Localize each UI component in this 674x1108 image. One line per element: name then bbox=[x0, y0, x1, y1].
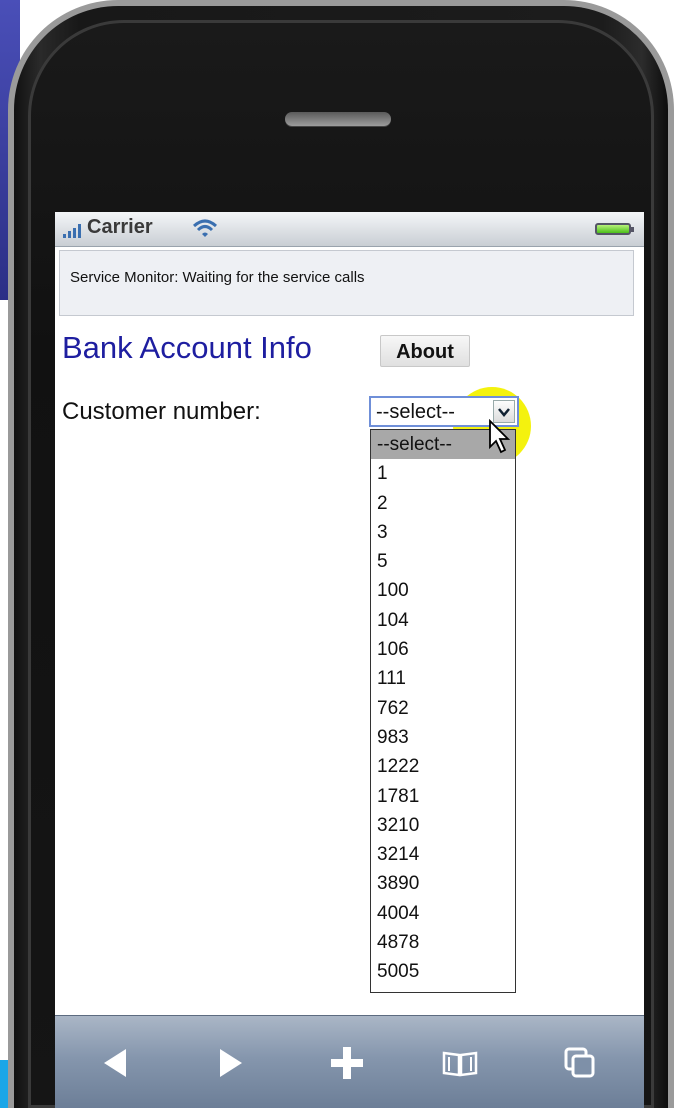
mouse-cursor-icon bbox=[489, 419, 511, 454]
bookmarks-book-icon[interactable] bbox=[440, 1043, 480, 1083]
dropdown-option[interactable]: 4878 bbox=[371, 928, 515, 957]
dropdown-option[interactable]: 104 bbox=[371, 606, 515, 635]
carrier-name: Carrier bbox=[87, 216, 153, 238]
wifi-icon bbox=[192, 219, 218, 237]
phone-screen: Carrier Service Monitor: Waiting for the… bbox=[55, 212, 644, 1108]
dropdown-option[interactable]: 3210 bbox=[371, 811, 515, 840]
dropdown-option[interactable]: 100 bbox=[371, 576, 515, 605]
dropdown-option[interactable]: 983 bbox=[371, 723, 515, 752]
browser-toolbar bbox=[55, 1015, 644, 1108]
dropdown-option[interactable]: 3 bbox=[371, 518, 515, 547]
about-button[interactable]: About bbox=[380, 335, 470, 367]
add-plus-icon[interactable] bbox=[327, 1043, 367, 1083]
dropdown-option[interactable]: 4004 bbox=[371, 899, 515, 928]
dropdown-option[interactable]: 3890 bbox=[371, 869, 515, 898]
dropdown-option[interactable]: 111 bbox=[371, 664, 515, 693]
back-arrow-icon[interactable] bbox=[96, 1043, 136, 1083]
service-monitor-text: Service Monitor: Waiting for the service… bbox=[70, 269, 365, 286]
dropdown-option[interactable]: 5005 bbox=[371, 957, 515, 986]
dropdown-option[interactable]: 5 bbox=[371, 547, 515, 576]
battery-icon bbox=[595, 223, 634, 235]
dropdown-option[interactable]: 2 bbox=[371, 489, 515, 518]
dropdown-option[interactable]: 762 bbox=[371, 694, 515, 723]
select-value: --select-- bbox=[376, 401, 455, 423]
dropdown-option[interactable]: 106 bbox=[371, 635, 515, 664]
speaker-grille bbox=[285, 112, 391, 126]
chevron-down-icon bbox=[498, 408, 510, 417]
pages-icon[interactable] bbox=[560, 1043, 600, 1083]
status-bar: Carrier bbox=[55, 212, 644, 247]
customer-number-label: Customer number: bbox=[62, 398, 261, 425]
page-title: Bank Account Info bbox=[62, 330, 312, 365]
dropdown-option[interactable]: 1222 bbox=[371, 752, 515, 781]
customer-number-dropdown: --select-- 1 2 3 5 100 104 106 111 762 9… bbox=[370, 429, 516, 993]
forward-arrow-icon[interactable] bbox=[210, 1043, 250, 1083]
service-monitor-panel: Service Monitor: Waiting for the service… bbox=[59, 250, 634, 316]
dropdown-option[interactable]: 3214 bbox=[371, 840, 515, 869]
dropdown-option[interactable]: 1781 bbox=[371, 782, 515, 811]
dropdown-option[interactable]: 1 bbox=[371, 459, 515, 488]
signal-strength-icon bbox=[63, 224, 81, 238]
